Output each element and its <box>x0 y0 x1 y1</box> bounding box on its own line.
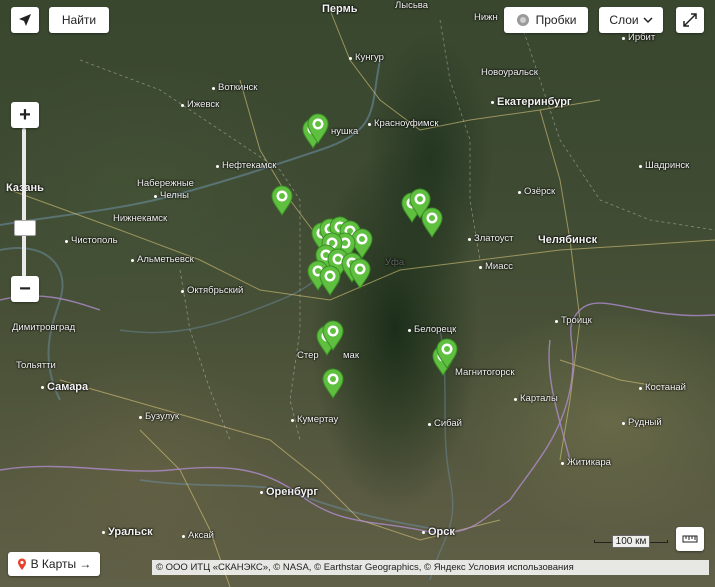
locate-arrow-icon <box>19 14 31 26</box>
placemark-icon <box>17 558 26 570</box>
open-in-maps-label: В Карты → <box>30 557 92 571</box>
placemark-layer <box>271 113 458 399</box>
zoom-in-button[interactable]: + <box>11 102 39 128</box>
ruler-icon <box>682 535 698 543</box>
zoom-slider-thumb[interactable] <box>14 220 36 236</box>
fullscreen-button[interactable] <box>676 7 704 33</box>
placemark[interactable] <box>319 265 341 296</box>
chevron-down-icon <box>643 17 653 24</box>
copyright-bar: © ООО ИТЦ «СКАНЭКС», © NASA, © Earthstar… <box>152 560 709 575</box>
layers-button[interactable]: Слои <box>599 7 663 33</box>
zoom-slider-track[interactable] <box>22 128 26 278</box>
traffic-button[interactable]: Пробки <box>504 7 588 33</box>
ruler-button[interactable] <box>676 527 704 551</box>
fullscreen-icon <box>683 13 697 27</box>
placemark[interactable] <box>349 258 371 289</box>
scale-bar: 100 км <box>594 534 668 548</box>
locate-button[interactable] <box>11 7 39 33</box>
placemark[interactable] <box>421 207 443 238</box>
layers-label: Слои <box>609 13 639 27</box>
scale-label: 100 км <box>611 534 651 548</box>
traffic-label: Пробки <box>535 13 577 27</box>
placemark[interactable] <box>322 368 344 399</box>
satellite-map[interactable]: Пермь Лысьва Нижн Ирбит Кунгур Новоураль… <box>0 0 715 587</box>
placemark[interactable] <box>271 185 293 216</box>
find-button[interactable]: Найти <box>49 7 109 33</box>
zoom-out-button[interactable]: − <box>11 276 39 302</box>
traffic-icon <box>516 14 529 26</box>
open-in-maps-button[interactable]: В Карты → <box>8 552 100 576</box>
